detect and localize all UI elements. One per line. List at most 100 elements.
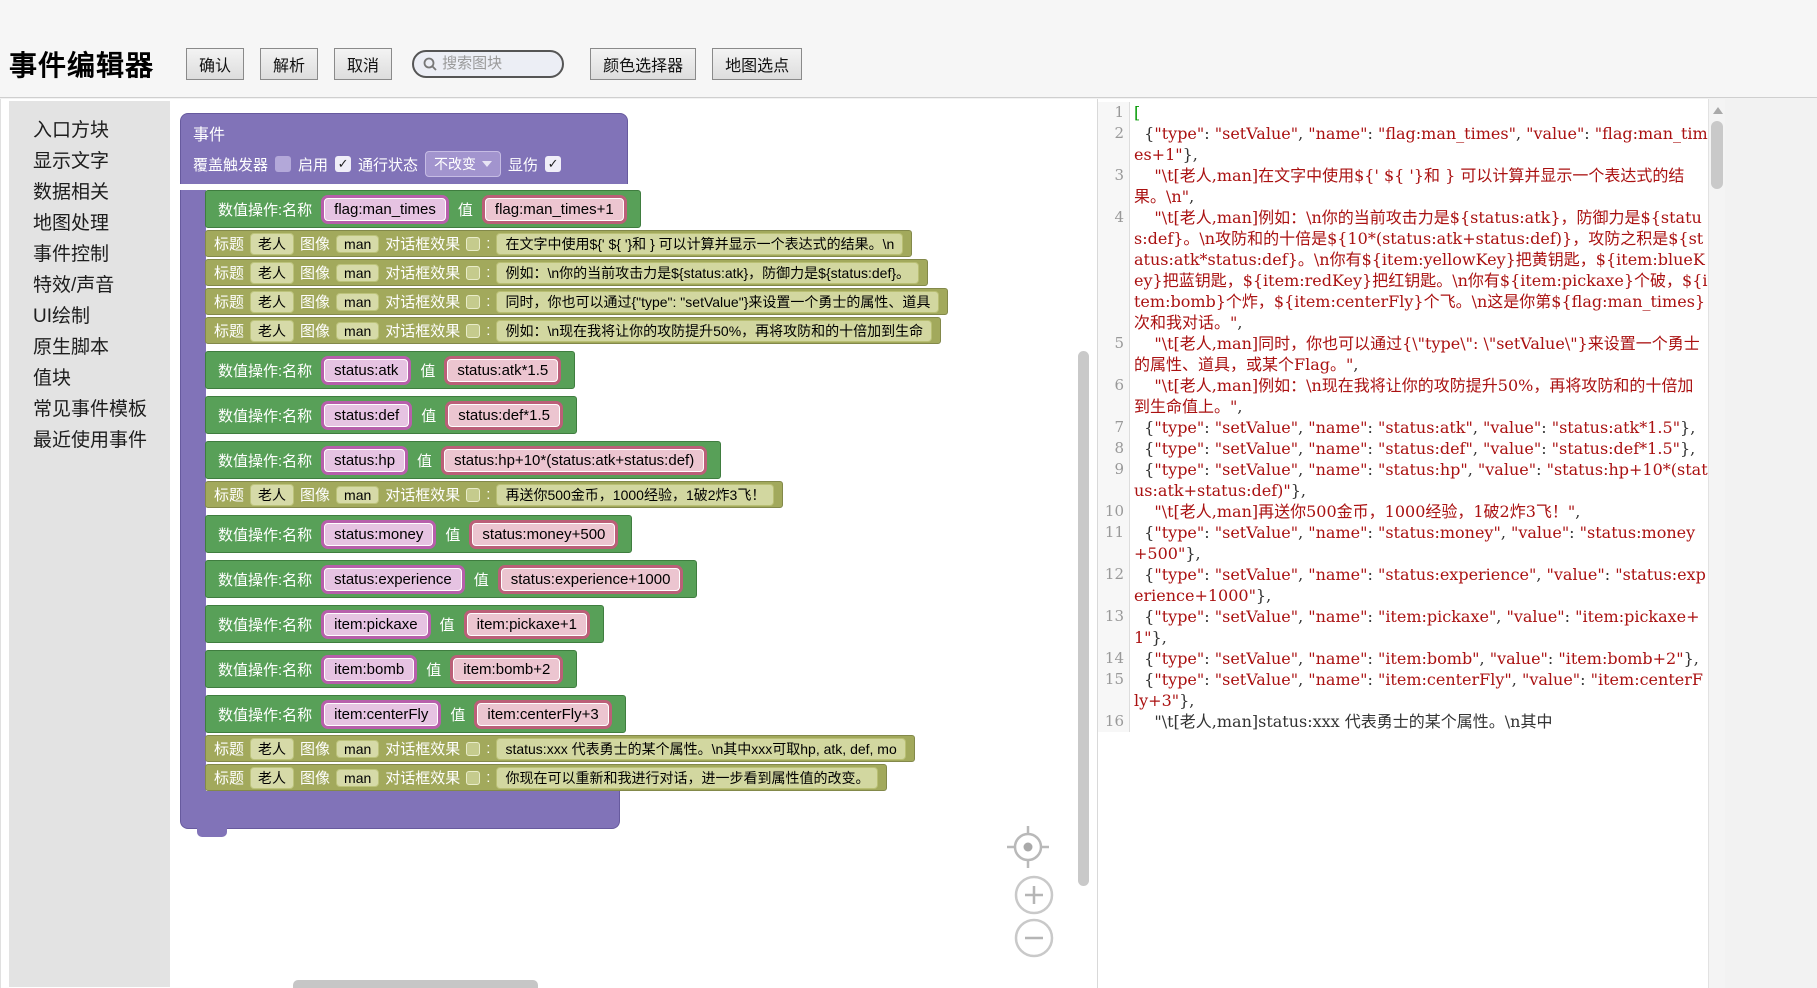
code-line-text[interactable]: {"type": "setValue", "name": "item:bomb"… bbox=[1130, 648, 1708, 669]
cancel-button[interactable]: 取消 bbox=[334, 48, 392, 80]
setvalue-block[interactable]: 数值操作:名称status:def值status:def*1.5 bbox=[205, 396, 577, 434]
image-field[interactable]: man bbox=[336, 235, 379, 253]
code-line-text[interactable]: "\t[老人,man]同时，你也可以通过{\"type\": \"setValu… bbox=[1130, 333, 1708, 375]
zoom-reset-target-icon[interactable] bbox=[1005, 824, 1051, 870]
code-line-text[interactable]: "\t[老人,man]例如：\n现在我将让你的攻防提升50%，再将攻防和的十倍加… bbox=[1130, 375, 1708, 417]
code-line-text[interactable]: {"type": "setValue", "name": "status:exp… bbox=[1130, 564, 1708, 606]
effect-checkbox[interactable] bbox=[466, 266, 480, 280]
enable-checkbox[interactable]: ✓ bbox=[335, 156, 351, 172]
code-line-text[interactable]: {"type": "setValue", "name": "item:cente… bbox=[1130, 669, 1708, 711]
search-input[interactable] bbox=[442, 55, 552, 72]
text-content-field[interactable]: 同时，你也可以通过{"type": "setValue"}来设置一个勇士的属性、… bbox=[496, 291, 939, 313]
code-line-text[interactable]: [ bbox=[1130, 102, 1708, 123]
event-block[interactable]: 事件 覆盖触发器 启用 ✓ 通行状态 不改变 显伤 ✓ 数值操作:名称flag:… bbox=[180, 113, 948, 829]
title-field[interactable]: 老人 bbox=[250, 738, 294, 760]
image-field[interactable]: man bbox=[336, 293, 379, 311]
code-line-text[interactable]: {"type": "setValue", "name": "item:picka… bbox=[1130, 606, 1708, 648]
setvalue-block[interactable]: 数值操作:名称item:centerFly值item:centerFly+3 bbox=[205, 695, 626, 733]
sidebar-category[interactable]: 特效/声音 bbox=[9, 270, 171, 301]
sidebar-category[interactable]: 原生脚本 bbox=[9, 332, 171, 363]
name-field[interactable]: status:atk bbox=[324, 359, 408, 382]
effect-checkbox[interactable] bbox=[466, 771, 480, 785]
map-point-button[interactable]: 地图选点 bbox=[712, 48, 802, 80]
sidebar-category[interactable]: 常见事件模板 bbox=[9, 394, 171, 425]
confirm-button[interactable]: 确认 bbox=[186, 48, 244, 80]
name-field[interactable]: item:centerFly bbox=[324, 703, 438, 726]
title-field[interactable]: 老人 bbox=[250, 262, 294, 284]
zoom-out-icon[interactable] bbox=[1013, 917, 1055, 959]
scroll-up-arrow-icon[interactable] bbox=[1713, 107, 1723, 114]
title-field[interactable]: 老人 bbox=[250, 484, 294, 506]
code-line-text[interactable]: {"type": "setValue", "name": "status:atk… bbox=[1130, 417, 1708, 438]
sidebar-category[interactable]: 最近使用事件 bbox=[9, 425, 171, 456]
effect-checkbox[interactable] bbox=[466, 324, 480, 338]
show-text-block[interactable]: 标题老人图像man对话框效果:再送你500金币，1000经验，1破2炸3飞！ bbox=[205, 481, 783, 508]
effect-checkbox[interactable] bbox=[466, 742, 480, 756]
text-content-field[interactable]: status:xxx 代表勇士的某个属性。\n其中xxx可取hp, atk, d… bbox=[496, 738, 905, 760]
code-line-text[interactable]: "\t[老人,man]在文字中使用${' ${ '}和 } 可以计算并显示一个表… bbox=[1130, 165, 1708, 207]
code-line-text[interactable]: "\t[老人,man]status:xxx 代表勇士的某个属性。\n其中 bbox=[1130, 711, 1708, 732]
sidebar-category[interactable]: UI绘制 bbox=[9, 301, 171, 332]
text-content-field[interactable]: 在文字中使用${' ${ '}和 } 可以计算并显示一个表达式的结果。\n bbox=[496, 233, 903, 255]
name-field[interactable]: flag:man_times bbox=[324, 198, 446, 221]
color-picker-button[interactable]: 颜色选择器 bbox=[590, 48, 696, 80]
value-field[interactable]: status:atk*1.5 bbox=[447, 359, 558, 382]
setvalue-block[interactable]: 数值操作:名称flag:man_times值flag:man_times+1 bbox=[205, 190, 641, 228]
value-field[interactable]: status:experience+1000 bbox=[501, 568, 681, 591]
sidebar-category[interactable]: 值块 bbox=[9, 363, 171, 394]
image-field[interactable]: man bbox=[336, 264, 379, 282]
name-field[interactable]: status:def bbox=[324, 404, 409, 427]
block-workspace[interactable]: 事件 覆盖触发器 启用 ✓ 通行状态 不改变 显伤 ✓ 数值操作:名称flag:… bbox=[170, 99, 1097, 988]
value-field[interactable]: item:pickaxe+1 bbox=[467, 613, 587, 636]
show-text-block[interactable]: 标题老人图像man对话框效果:例如：\n你的当前攻击力是${status:atk… bbox=[205, 259, 928, 286]
value-field[interactable]: item:bomb+2 bbox=[453, 658, 560, 681]
name-field[interactable]: status:money bbox=[324, 523, 433, 546]
show-text-block[interactable]: 标题老人图像man对话框效果:status:xxx 代表勇士的某个属性。\n其中… bbox=[205, 735, 915, 762]
pass-state-dropdown[interactable]: 不改变 bbox=[425, 151, 501, 177]
value-field[interactable]: status:def*1.5 bbox=[448, 404, 560, 427]
code-editor[interactable]: 1[2 {"type": "setValue", "name": "flag:m… bbox=[1097, 99, 1708, 988]
code-line-text[interactable]: "\t[老人,man]再送你500金币，1000经验，1破2炸3飞！", bbox=[1130, 501, 1708, 522]
name-field[interactable]: item:pickaxe bbox=[324, 613, 427, 636]
effect-checkbox[interactable] bbox=[466, 295, 480, 309]
sidebar-category[interactable]: 显示文字 bbox=[9, 146, 171, 177]
setvalue-block[interactable]: 数值操作:名称status:atk值status:atk*1.5 bbox=[205, 351, 575, 389]
name-field[interactable]: status:hp bbox=[324, 449, 405, 472]
trigger-checkbox[interactable] bbox=[275, 156, 291, 172]
setvalue-block[interactable]: 数值操作:名称item:bomb值item:bomb+2 bbox=[205, 650, 577, 688]
value-field[interactable]: status:money+500 bbox=[472, 523, 615, 546]
text-content-field[interactable]: 例如：\n现在我将让你的攻防提升50%，再将攻防和的十倍加到生命 bbox=[496, 320, 932, 342]
workspace-vertical-scrollbar[interactable] bbox=[1078, 351, 1089, 886]
zoom-in-icon[interactable] bbox=[1013, 874, 1055, 916]
value-field[interactable]: status:hp+10*(status:atk+status:def) bbox=[444, 449, 704, 472]
text-content-field[interactable]: 例如：\n你的当前攻击力是${status:atk}，防御力是${status:… bbox=[496, 262, 919, 284]
setvalue-block[interactable]: 数值操作:名称item:pickaxe值item:pickaxe+1 bbox=[205, 605, 604, 643]
code-line-text[interactable]: {"type": "setValue", "name": "status:mon… bbox=[1130, 522, 1708, 564]
name-field[interactable]: status:experience bbox=[324, 568, 462, 591]
image-field[interactable]: man bbox=[336, 322, 379, 340]
title-field[interactable]: 老人 bbox=[250, 320, 294, 342]
title-field[interactable]: 老人 bbox=[250, 233, 294, 255]
show-text-block[interactable]: 标题老人图像man对话框效果:在文字中使用${' ${ '}和 } 可以计算并显… bbox=[205, 230, 912, 257]
show-text-block[interactable]: 标题老人图像man对话框效果:例如：\n现在我将让你的攻防提升50%，再将攻防和… bbox=[205, 317, 941, 344]
value-field[interactable]: item:centerFly+3 bbox=[477, 703, 608, 726]
code-line-text[interactable]: {"type": "setValue", "name": "flag:man_t… bbox=[1130, 123, 1708, 165]
setvalue-block[interactable]: 数值操作:名称status:hp值status:hp+10*(status:at… bbox=[205, 441, 721, 479]
code-editor-scrollbar[interactable] bbox=[1708, 99, 1725, 988]
search-box[interactable] bbox=[412, 50, 564, 78]
title-field[interactable]: 老人 bbox=[250, 767, 294, 789]
setvalue-block[interactable]: 数值操作:名称status:experience值status:experien… bbox=[205, 560, 697, 598]
code-line-text[interactable]: {"type": "setValue", "name": "status:def… bbox=[1130, 438, 1708, 459]
title-field[interactable]: 老人 bbox=[250, 291, 294, 313]
image-field[interactable]: man bbox=[336, 769, 379, 787]
sidebar-category[interactable]: 数据相关 bbox=[9, 177, 171, 208]
code-line-text[interactable]: {"type": "setValue", "name": "status:hp"… bbox=[1130, 459, 1708, 501]
image-field[interactable]: man bbox=[336, 486, 379, 504]
image-field[interactable]: man bbox=[336, 740, 379, 758]
setvalue-block[interactable]: 数值操作:名称status:money值status:money+500 bbox=[205, 515, 632, 553]
parse-button[interactable]: 解析 bbox=[260, 48, 318, 80]
show-text-block[interactable]: 标题老人图像man对话框效果:同时，你也可以通过{"type": "setVal… bbox=[205, 288, 948, 315]
damage-checkbox[interactable]: ✓ bbox=[545, 156, 561, 172]
event-block-header[interactable]: 事件 覆盖触发器 启用 ✓ 通行状态 不改变 显伤 ✓ bbox=[180, 113, 628, 184]
text-content-field[interactable]: 你现在可以重新和我进行对话，进一步看到属性值的改变。 bbox=[496, 767, 878, 789]
